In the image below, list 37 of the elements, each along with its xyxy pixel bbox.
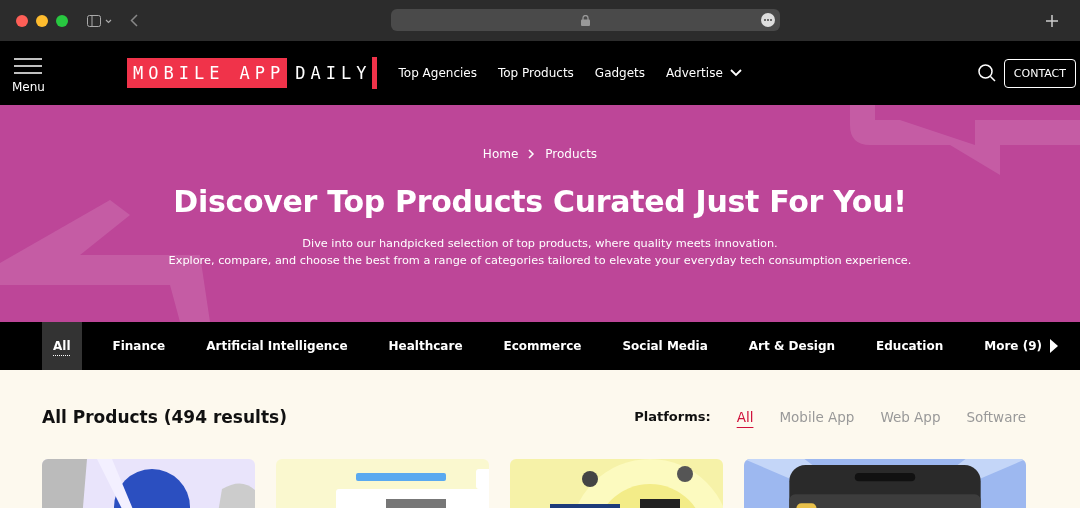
category-tab[interactable]: Social Media [611, 322, 719, 370]
hero-description: Explore, compare, and choose the best from a range of categories tailored to elevate your everyday tech consumption experience. [168, 254, 912, 267]
category-tab[interactable]: Art & Design [737, 322, 847, 370]
category-tab[interactable]: Education [865, 322, 955, 370]
page-title: Discover Top Products Curated Just For You! [173, 184, 907, 219]
category-tab[interactable]: Ecommerce [492, 322, 593, 370]
chevron-down-icon[interactable] [729, 69, 742, 77]
platforms-label: Platforms: [634, 409, 711, 424]
minimize-window-icon[interactable] [36, 14, 48, 27]
maximize-window-icon[interactable] [56, 14, 68, 27]
menu-button[interactable]: Menu [12, 58, 45, 94]
category-tab[interactable]: Artificial Intelligence [195, 322, 359, 370]
caret-right-icon [1050, 339, 1058, 353]
platform-filter[interactable]: All [736, 408, 754, 425]
category-tab[interactable]: Finance [101, 322, 177, 370]
nav-link[interactable]: Top Agencies [398, 66, 477, 80]
category-tab[interactable]: All [42, 322, 82, 370]
new-tab-icon[interactable] [1046, 14, 1058, 27]
back-icon[interactable] [130, 14, 138, 27]
search-icon[interactable] [977, 64, 996, 82]
breadcrumb-link[interactable]: Products [545, 147, 598, 161]
nav-link[interactable]: Gadgets [594, 66, 646, 80]
hero-description: Dive into our handpicked selection of top products, where quality meets innovation. [302, 237, 778, 250]
lock-icon [581, 14, 590, 26]
category-tab[interactable]: Healthcare [377, 322, 474, 370]
sidebar-icon[interactable] [87, 14, 113, 27]
menu-icon [13, 58, 44, 74]
address-bar[interactable] [391, 9, 780, 31]
results-heading: All Products (494 results) [42, 406, 287, 427]
contact-button[interactable]: CONTACT [1003, 58, 1076, 88]
breadcrumb-link[interactable]: Home [482, 147, 519, 161]
category-tab[interactable]: More (9) [973, 322, 1069, 370]
more-icon[interactable] [761, 13, 775, 27]
nav-link[interactable]: Top Products [497, 66, 574, 80]
close-window-icon[interactable] [16, 14, 28, 27]
chevron-right-icon [528, 149, 536, 159]
nav-link[interactable]: Advertise [666, 66, 723, 80]
